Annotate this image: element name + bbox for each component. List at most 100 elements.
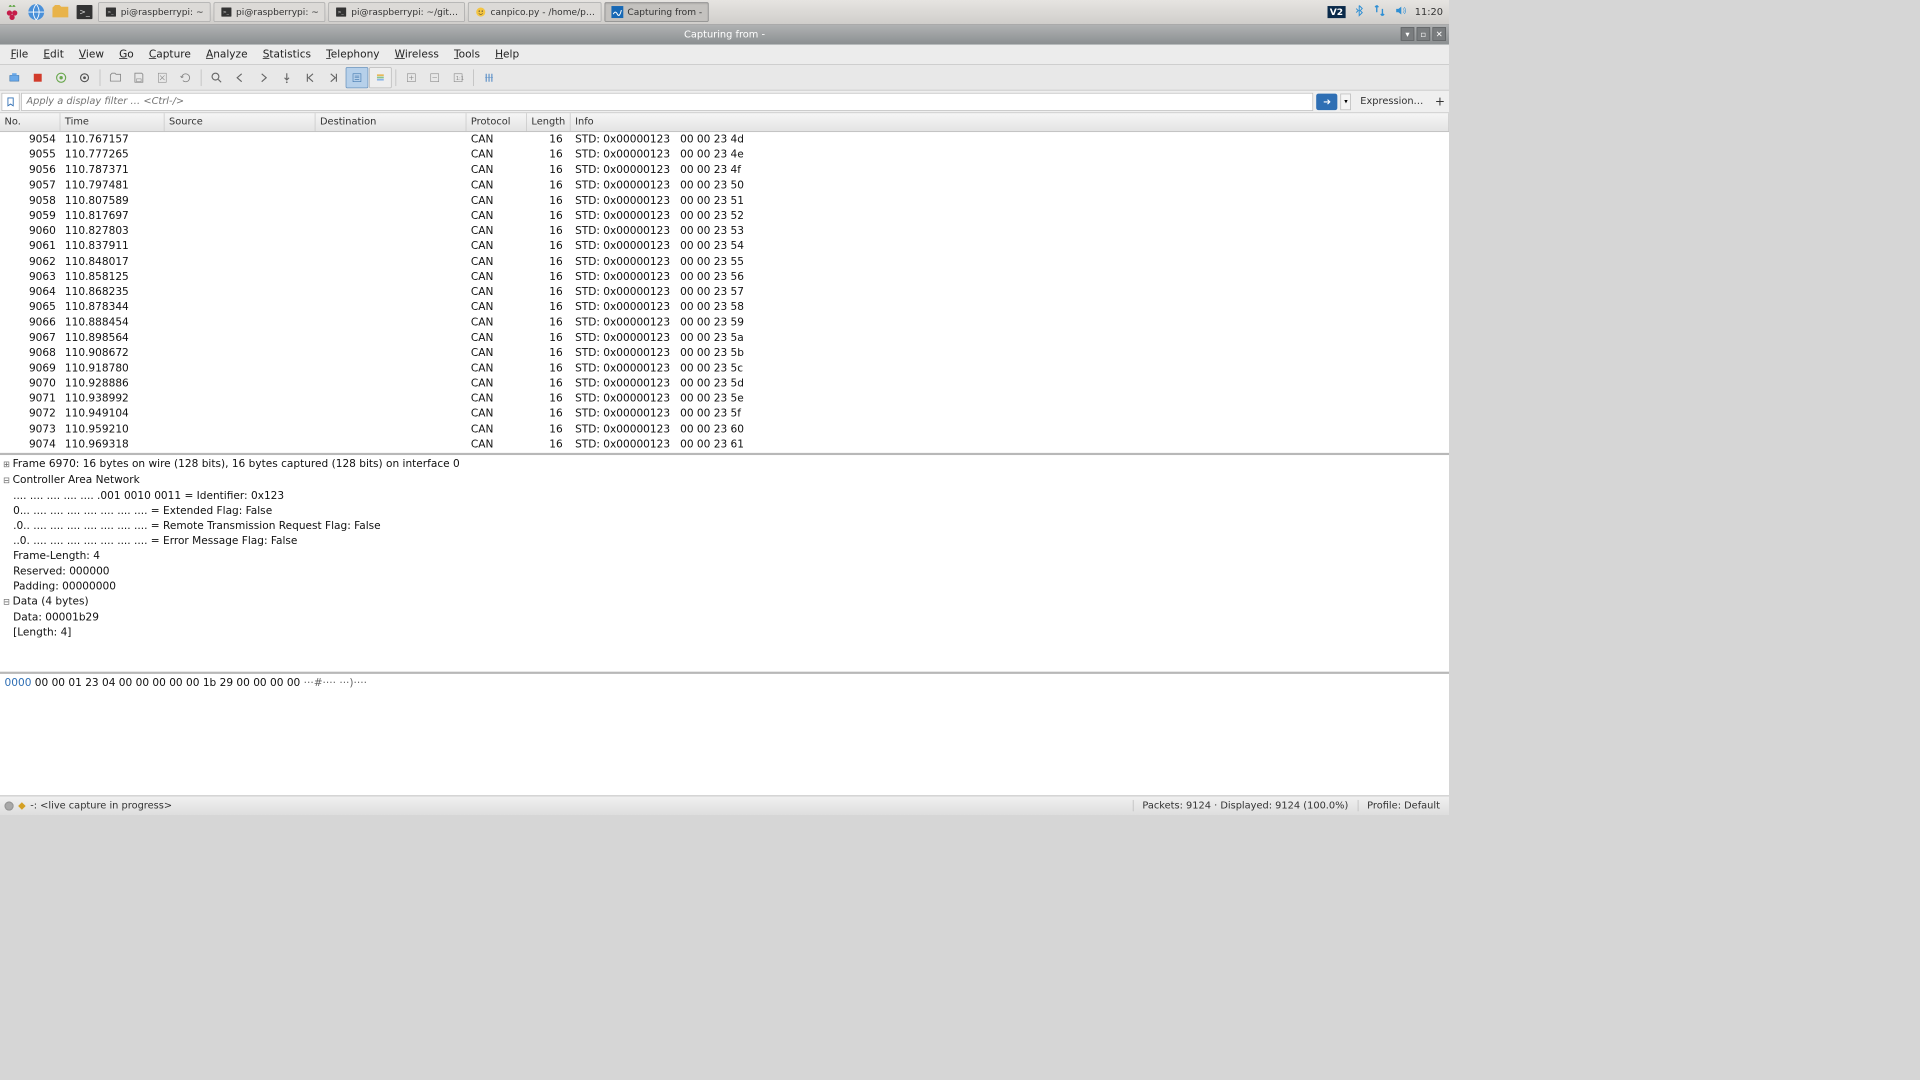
packet-row[interactable]: 9073110.959210CAN16 STD: 0x00000123 00 0… bbox=[0, 422, 1449, 437]
web-browser-icon[interactable] bbox=[26, 2, 47, 23]
packet-bytes-pane[interactable]: 0000 00 00 01 23 04 00 00 00 00 00 1b 29… bbox=[0, 674, 1449, 796]
window-close-button[interactable]: ✕ bbox=[1432, 27, 1446, 41]
bluetooth-icon[interactable] bbox=[1353, 4, 1365, 21]
packet-row[interactable]: 9070110.928886CAN16 STD: 0x00000123 00 0… bbox=[0, 376, 1449, 391]
expression-button[interactable]: Expression… bbox=[1353, 96, 1431, 107]
go-forward-button[interactable] bbox=[252, 67, 275, 88]
packet-row[interactable]: 9074110.969318CAN16 STD: 0x00000123 00 0… bbox=[0, 437, 1449, 452]
taskbar-task[interactable]: canpico.py - /home/p… bbox=[468, 2, 602, 22]
packet-row[interactable]: 9065110.878344CAN16 STD: 0x00000123 00 0… bbox=[0, 300, 1449, 315]
detail-line[interactable]: 0... .... .... .... .... .... .... .... … bbox=[3, 503, 1446, 518]
menu-wireless[interactable]: Wireless bbox=[387, 46, 446, 63]
window-minimize-button[interactable]: ▾ bbox=[1401, 27, 1415, 41]
menu-edit[interactable]: Edit bbox=[36, 46, 72, 63]
packet-row[interactable]: 9058110.807589CAN16 STD: 0x00000123 00 0… bbox=[0, 193, 1449, 208]
taskbar-task[interactable]: >_pi@raspberrypi: ~ bbox=[98, 2, 210, 22]
packet-row[interactable]: 9068110.908672CAN16 STD: 0x00000123 00 0… bbox=[0, 345, 1449, 360]
menu-capture[interactable]: Capture bbox=[141, 46, 198, 63]
detail-line[interactable]: Frame 6970: 16 bytes on wire (128 bits),… bbox=[3, 457, 1446, 473]
menu-go[interactable]: Go bbox=[112, 46, 142, 63]
interfaces-button[interactable] bbox=[3, 67, 26, 88]
reload-button[interactable] bbox=[174, 67, 197, 88]
packet-row[interactable]: 9059110.817697CAN16 STD: 0x00000123 00 0… bbox=[0, 208, 1449, 223]
zoom-reset-button[interactable]: 1:1 bbox=[447, 67, 470, 88]
packet-row[interactable]: 9061110.837911CAN16 STD: 0x00000123 00 0… bbox=[0, 239, 1449, 254]
packet-row[interactable]: 9055110.777265CAN16 STD: 0x00000123 00 0… bbox=[0, 147, 1449, 162]
filter-add-button[interactable]: + bbox=[1432, 94, 1447, 108]
packet-row[interactable]: 9063110.858125CAN16 STD: 0x00000123 00 0… bbox=[0, 269, 1449, 284]
restart-capture-button[interactable] bbox=[50, 67, 73, 88]
column-info[interactable]: Info bbox=[571, 113, 1449, 131]
column-length[interactable]: Length bbox=[527, 113, 571, 131]
detail-line[interactable]: Reserved: 000000 bbox=[3, 564, 1446, 579]
menu-file[interactable]: File bbox=[3, 46, 36, 63]
capture-options-button[interactable] bbox=[73, 67, 96, 88]
detail-line[interactable]: .0.. .... .... .... .... .... .... .... … bbox=[3, 518, 1446, 533]
packet-row[interactable]: 9056110.787371CAN16 STD: 0x00000123 00 0… bbox=[0, 163, 1449, 178]
go-to-packet-button[interactable] bbox=[275, 67, 298, 88]
go-first-button[interactable] bbox=[299, 67, 322, 88]
menu-view[interactable]: View bbox=[71, 46, 111, 63]
packet-row[interactable]: 9054110.767157CAN16 STD: 0x00000123 00 0… bbox=[0, 132, 1449, 147]
packet-row[interactable]: 9067110.898564CAN16 STD: 0x00000123 00 0… bbox=[0, 330, 1449, 345]
packet-row[interactable]: 9057110.797481CAN16 STD: 0x00000123 00 0… bbox=[0, 178, 1449, 193]
filter-history-dropdown[interactable]: ▾ bbox=[1341, 93, 1352, 110]
resize-columns-button[interactable] bbox=[478, 67, 501, 88]
terminal-launcher-icon[interactable]: >_ bbox=[74, 2, 95, 23]
raspberry-menu-icon[interactable] bbox=[2, 2, 23, 23]
packet-row[interactable]: 9069110.918780CAN16 STD: 0x00000123 00 0… bbox=[0, 361, 1449, 376]
go-last-button[interactable] bbox=[322, 67, 345, 88]
capture-file-indicator[interactable]: ◆ bbox=[18, 800, 26, 811]
detail-line[interactable]: Data: 00001b29 bbox=[3, 610, 1446, 625]
detail-line[interactable]: Data (4 bytes) bbox=[3, 594, 1446, 610]
clock[interactable]: 11:20 bbox=[1415, 6, 1443, 17]
display-filter-input[interactable] bbox=[21, 92, 1313, 110]
packet-list-body[interactable]: 9054110.767157CAN16 STD: 0x00000123 00 0… bbox=[0, 132, 1449, 453]
filter-bookmark-icon[interactable] bbox=[2, 92, 20, 110]
window-maximize-button[interactable]: ▫ bbox=[1417, 27, 1431, 41]
status-profile[interactable]: Profile: Default bbox=[1358, 800, 1449, 811]
column-time[interactable]: Time bbox=[60, 113, 164, 131]
stop-capture-button[interactable] bbox=[26, 67, 49, 88]
volume-icon[interactable] bbox=[1394, 4, 1408, 21]
zoom-out-button[interactable] bbox=[423, 67, 446, 88]
packet-row[interactable]: 9062110.848017CAN16 STD: 0x00000123 00 0… bbox=[0, 254, 1449, 269]
detail-line[interactable]: ..0. .... .... .... .... .... .... .... … bbox=[3, 534, 1446, 549]
close-file-button[interactable] bbox=[151, 67, 174, 88]
open-file-button[interactable] bbox=[104, 67, 127, 88]
network-icon[interactable] bbox=[1372, 4, 1386, 21]
taskbar-task[interactable]: >_pi@raspberrypi: ~/git… bbox=[329, 2, 465, 22]
detail-line[interactable]: Padding: 00000000 bbox=[3, 579, 1446, 594]
detail-line[interactable]: .... .... .... .... .... .001 0010 0011 … bbox=[3, 488, 1446, 503]
packet-row[interactable]: 9060110.827803CAN16 STD: 0x00000123 00 0… bbox=[0, 223, 1449, 238]
taskbar-task[interactable]: Capturing from - bbox=[605, 2, 709, 22]
packet-details-pane[interactable]: Frame 6970: 16 bytes on wire (128 bits),… bbox=[0, 455, 1449, 674]
packet-row[interactable]: 9071110.938992CAN16 STD: 0x00000123 00 0… bbox=[0, 391, 1449, 406]
packet-row[interactable]: 9066110.888454CAN16 STD: 0x00000123 00 0… bbox=[0, 315, 1449, 330]
find-packet-button[interactable] bbox=[205, 67, 228, 88]
column-proto[interactable]: Protocol bbox=[466, 113, 526, 131]
taskbar-task[interactable]: >_pi@raspberrypi: ~ bbox=[213, 2, 325, 22]
packet-row[interactable]: 9064110.868235CAN16 STD: 0x00000123 00 0… bbox=[0, 284, 1449, 299]
column-dest[interactable]: Destination bbox=[315, 113, 466, 131]
menu-telephony[interactable]: Telephony bbox=[319, 46, 388, 63]
menu-help[interactable]: Help bbox=[488, 46, 527, 63]
menu-analyze[interactable]: Analyze bbox=[198, 46, 255, 63]
packet-row[interactable]: 9072110.949104CAN16 STD: 0x00000123 00 0… bbox=[0, 406, 1449, 421]
expert-info-icon[interactable] bbox=[5, 801, 14, 810]
go-back-button[interactable] bbox=[229, 67, 252, 88]
menu-tools[interactable]: Tools bbox=[446, 46, 487, 63]
detail-line[interactable]: Frame-Length: 4 bbox=[3, 549, 1446, 564]
save-file-button[interactable] bbox=[128, 67, 151, 88]
menu-statistics[interactable]: Statistics bbox=[255, 46, 318, 63]
zoom-in-button[interactable] bbox=[400, 67, 423, 88]
autoscroll-button[interactable] bbox=[346, 67, 369, 88]
vnc-icon[interactable]: V2 bbox=[1327, 6, 1345, 18]
detail-line[interactable]: [Length: 4] bbox=[3, 625, 1446, 640]
filter-apply-button[interactable] bbox=[1317, 93, 1338, 110]
detail-line[interactable]: Controller Area Network bbox=[3, 472, 1446, 488]
column-source[interactable]: Source bbox=[165, 113, 316, 131]
colorize-button[interactable] bbox=[369, 67, 392, 88]
column-no[interactable]: No. bbox=[0, 113, 60, 131]
file-manager-icon[interactable] bbox=[50, 2, 71, 23]
